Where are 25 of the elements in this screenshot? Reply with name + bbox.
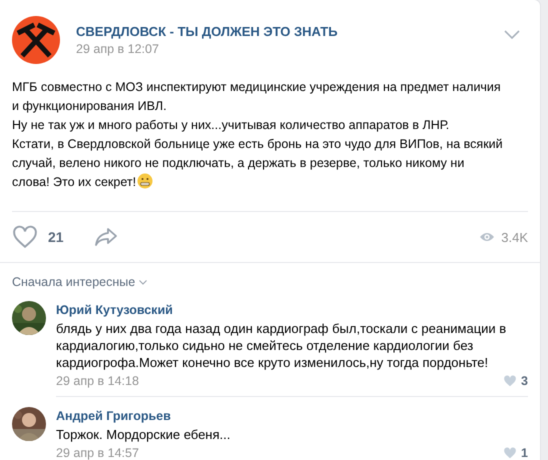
community-name[interactable]: СВЕРДЛОВСК - ТЫ ДОЛЖЕН ЭТО ЗНАТЬ: [76, 24, 338, 39]
post-text: Ну не так уж и много работы у них...учитывая количество аппаратов в ЛНР.: [12, 117, 450, 134]
chevron-down-icon: [139, 280, 148, 284]
comment-text: Торжок. Мордорские ебеня...: [56, 426, 232, 443]
comment-author[interactable]: Юрий Кутузовский: [56, 303, 528, 317]
post-time: 29 апр в 12:07: [76, 42, 160, 56]
eye-icon: [479, 231, 496, 243]
post-text: МГБ совместно с МОЗ инспектируют медицинские учреждения на предмет наличия и функционирования ИВЛ.: [12, 79, 502, 115]
comment-author[interactable]: Андрей Григорьев: [56, 409, 528, 423]
chevron-down-icon[interactable]: [504, 30, 520, 40]
views-text: 3.4K: [501, 230, 528, 244]
comment-time: 29 апр в 14:57: [56, 446, 139, 460]
comment-time: 29 апр в 14:18: [56, 374, 139, 388]
share-icon[interactable]: [94, 227, 118, 247]
comment-like-button[interactable]: 3: [503, 374, 528, 388]
community-logo: [12, 16, 60, 64]
comment-text: блядь у них два года назад один кардиограф был,тоскали с реанимации в кардиалогию,только сидьно не смейтесь отделение кардиологии без кардиогрофа.Может конечно все круто изменилось,ну тогда пордоньте!: [56, 320, 508, 371]
heart-icon: [503, 446, 518, 460]
heart-icon: [12, 224, 38, 250]
comment-like-button[interactable]: 1: [503, 446, 528, 460]
post-text: Кстати, в Свердловской больнице уже есть бронь на это чудо для ВИПов, на всякий случай, велено никого не подключать, а держать в резерве, только никому ни слова! Это их секрет!: [12, 136, 504, 191]
like-button[interactable]: 21: [12, 224, 64, 250]
sort-dropdown[interactable]: Сначала интересные: [12, 275, 148, 289]
heart-icon: [503, 374, 518, 388]
emoji-icon: [137, 173, 154, 189]
